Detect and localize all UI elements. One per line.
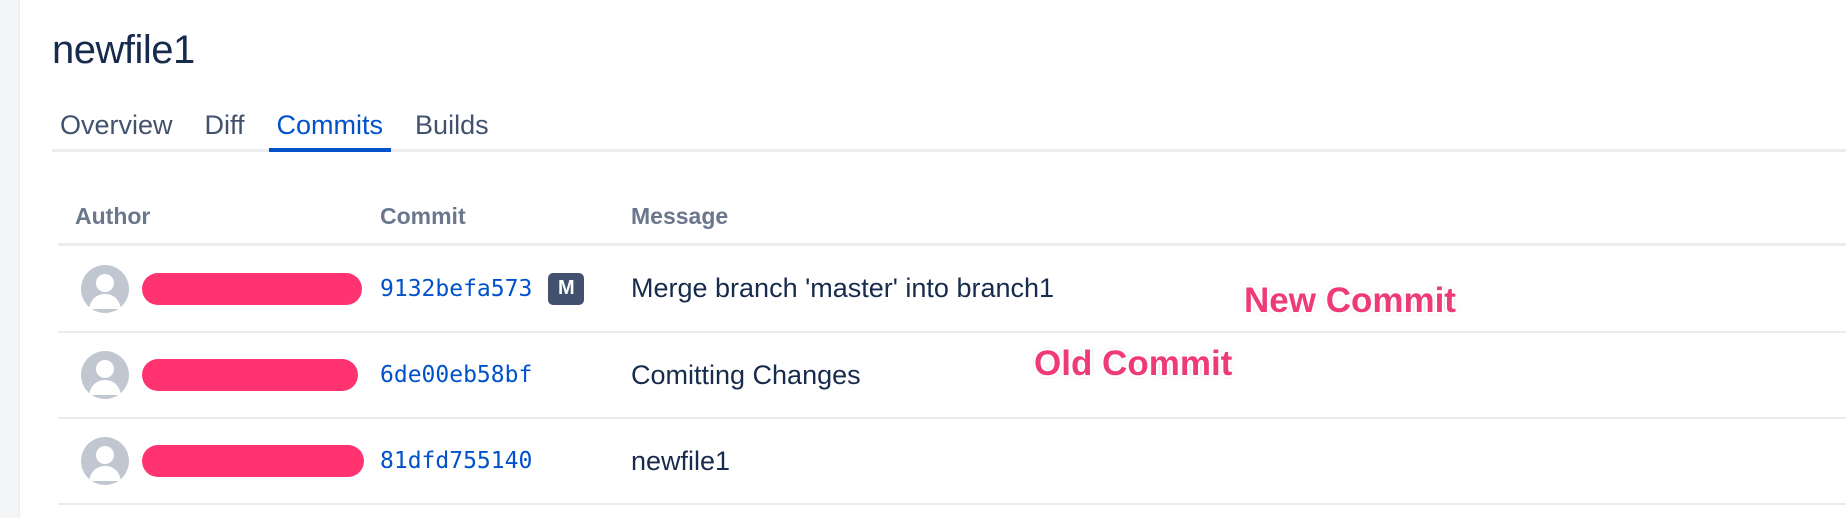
tab-commits[interactable]: Commits <box>268 102 392 152</box>
redacted-author-name <box>142 272 362 305</box>
author-cell <box>58 437 380 485</box>
author-cell <box>58 351 380 399</box>
table-row: 81dfd755140 newfile1 <box>58 419 1846 505</box>
commit-cell: 6de00eb58bf <box>380 362 631 388</box>
default-avatar-icon[interactable] <box>81 437 129 485</box>
tab-bar: Overview Diff Commits Builds <box>52 102 1846 152</box>
redacted-author-name <box>142 359 358 391</box>
column-header-message: Message <box>631 203 729 229</box>
annotation-old-commit: Old Commit <box>1034 344 1233 383</box>
commit-cell: 81dfd755140 <box>380 448 631 474</box>
table-row: 6de00eb58bf Comitting Changes <box>58 333 1846 419</box>
merge-badge: M <box>548 272 585 305</box>
author-cell <box>58 264 380 313</box>
default-avatar-icon[interactable] <box>81 264 129 313</box>
tab-overview[interactable]: Overview <box>52 102 181 149</box>
commit-hash-link[interactable]: 9132befa573 <box>380 276 532 302</box>
commit-message: Merge branch 'master' into branch1 <box>631 273 1055 303</box>
tab-builds[interactable]: Builds <box>407 102 497 149</box>
tab-diff[interactable]: Diff <box>197 102 253 149</box>
column-header-author: Author <box>75 203 151 229</box>
table-header: Author Commit Message <box>58 190 1846 246</box>
annotation-new-commit: New Commit <box>1244 281 1456 320</box>
commit-hash-link[interactable]: 6de00eb58bf <box>380 362 532 388</box>
commits-table: Author Commit Message 9132befa573 M Merg… <box>58 190 1846 505</box>
table-row: 9132befa573 M Merge branch 'master' into… <box>58 246 1846 333</box>
commit-message: newfile1 <box>631 445 731 476</box>
column-header-commit: Commit <box>380 203 466 229</box>
commit-hash-link[interactable]: 81dfd755140 <box>380 448 532 474</box>
left-gutter <box>0 0 20 518</box>
redacted-author-name <box>142 445 364 477</box>
commit-message: Comitting Changes <box>631 359 861 390</box>
commit-cell: 9132befa573 M <box>380 272 631 305</box>
default-avatar-icon[interactable] <box>81 351 129 399</box>
page-title: newfile1 <box>52 28 195 72</box>
